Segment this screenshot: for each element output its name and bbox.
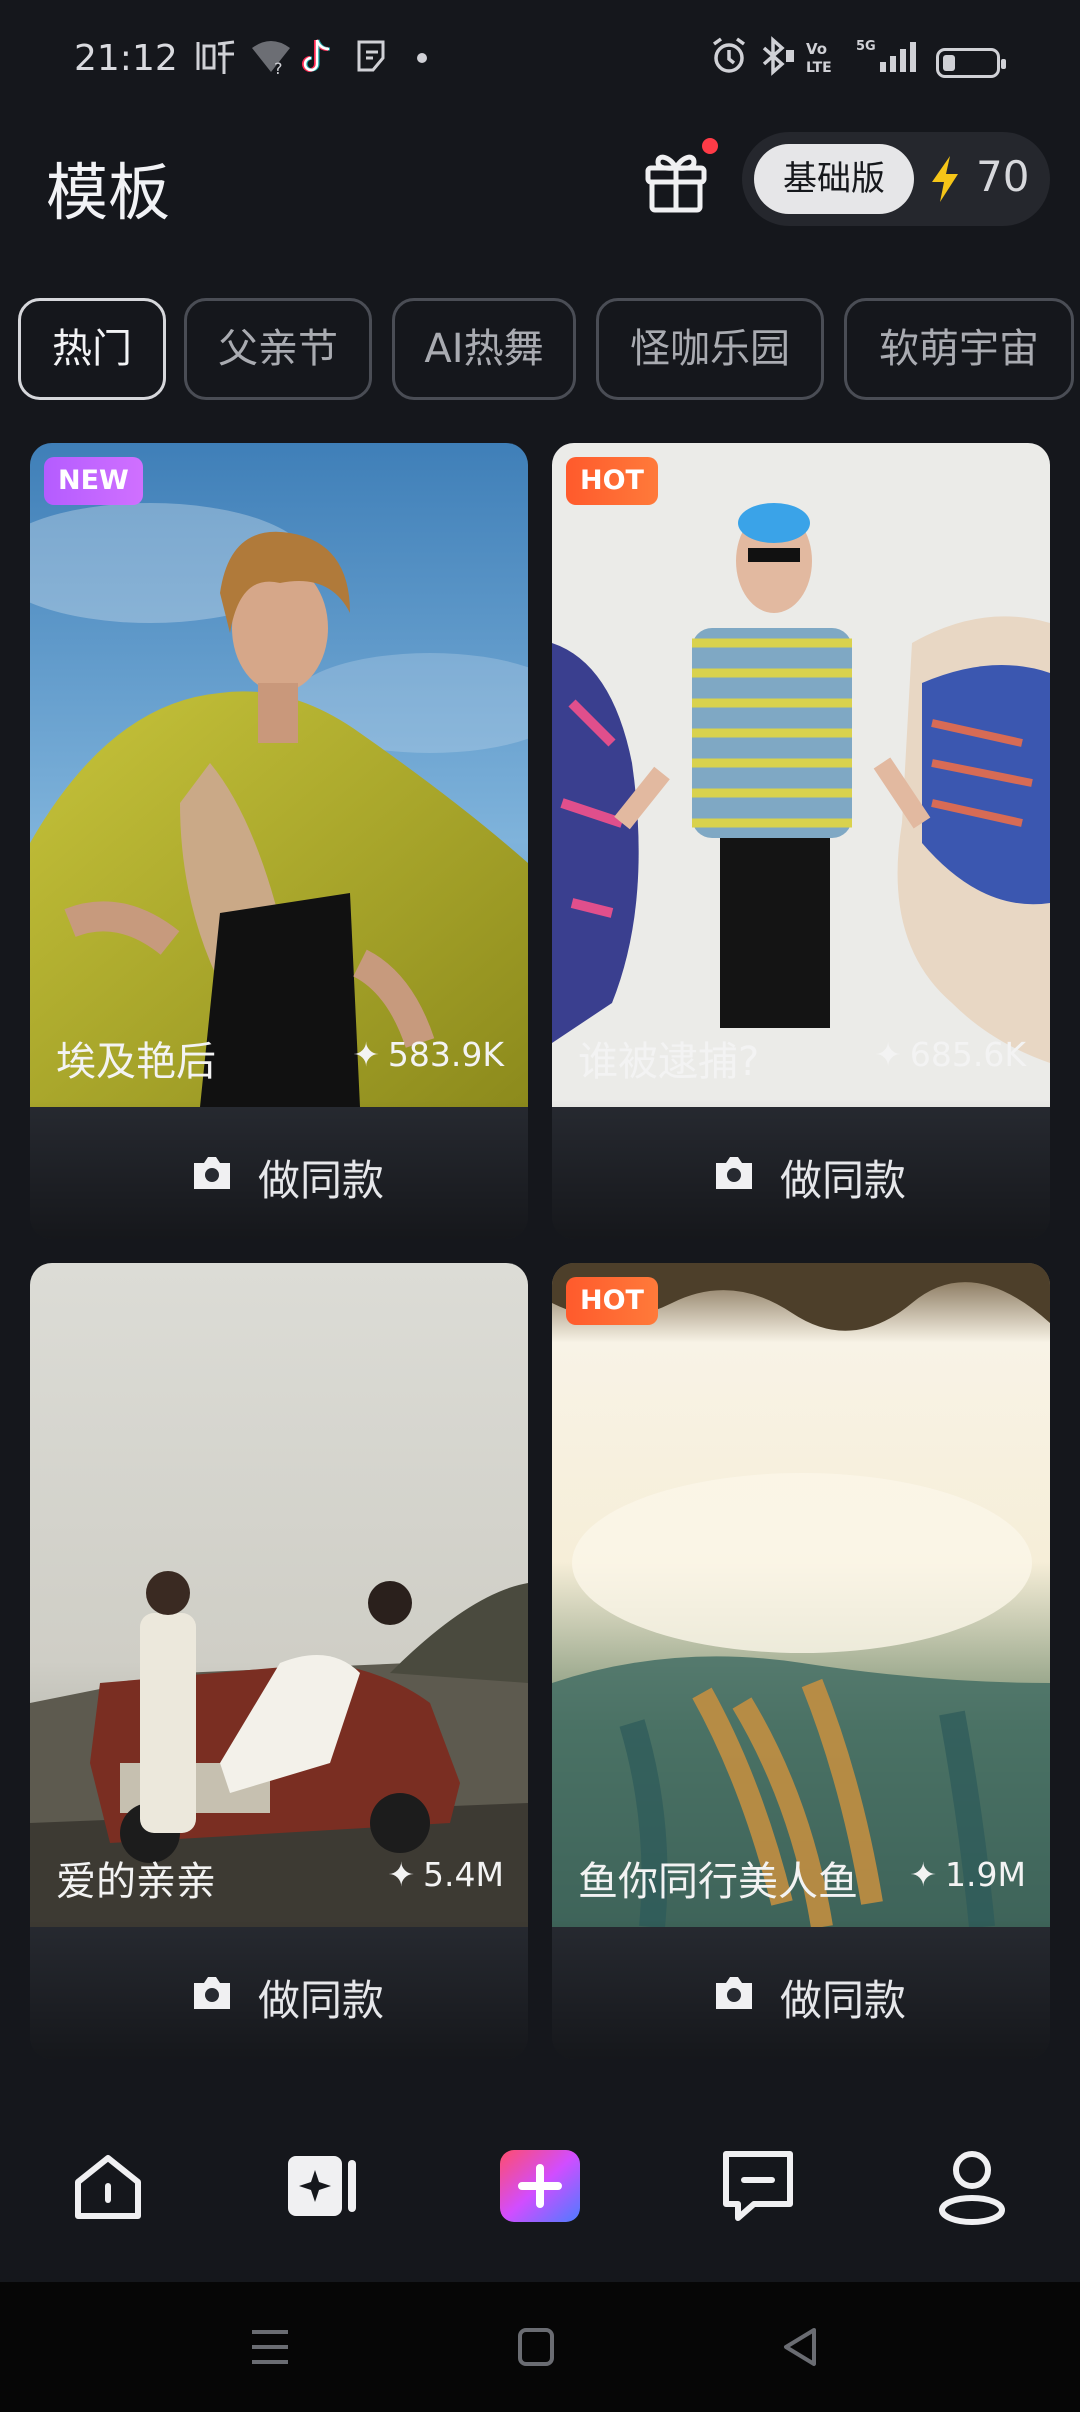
lightning-icon [932,156,958,202]
tab-fathers-day[interactable]: 父亲节 [184,298,372,400]
nav-profile[interactable] [932,2146,1012,2226]
square-icon [518,2328,554,2366]
tab-ai-dance[interactable]: AI热舞 [392,298,576,400]
home-icon [75,2155,141,2219]
system-nav-bar [0,2282,1080,2412]
back-triangle-icon [784,2328,816,2366]
template-card[interactable]: NEW 埃及艳后 ✦ 583.9K 做同款 [30,443,528,1239]
status-time: 21:12 [74,38,178,79]
status-bar: 21:12 ? Vo LTE 5G [0,0,1080,120]
sparkle-icon: ✦ [352,1035,380,1074]
notification-dot [702,138,718,154]
template-thumbnail [30,1263,528,1927]
alarm-icon [710,36,748,80]
listen-app-icon [194,36,236,80]
nav-messages[interactable] [718,2146,798,2226]
home-system-button[interactable] [506,2322,566,2372]
make-same-button[interactable]: 做同款 [552,1107,1050,1239]
camera-icon [716,1157,752,1189]
create-plus-icon [500,2150,580,2222]
make-same-label: 做同款 [780,1976,907,2025]
5g-signal-icon: 5G [856,36,922,80]
make-same-label: 做同款 [258,1976,385,2025]
usage-count: ✦ 583.9K [352,1035,504,1074]
usage-count: ✦ 685.6K [874,1035,1026,1074]
camera-icon [194,1157,230,1189]
plan-button[interactable]: 基础版 [754,144,914,214]
template-name: 爱的亲亲 [56,1859,216,1905]
dot-icon [414,36,430,80]
volte-icon: Vo LTE [806,36,842,80]
plan-credits-pill[interactable]: 基础版 70 [742,132,1050,226]
template-name: 埃及艳后 [56,1039,216,1085]
template-card[interactable]: 爱的亲亲 ✦ 5.4M 做同款 [30,1263,528,2059]
nav-ai-video[interactable] [284,2146,364,2226]
make-same-button[interactable]: 做同款 [552,1927,1050,2059]
message-icon [723,2151,793,2221]
tab-quirky-park[interactable]: 怪咖乐园 [596,298,824,400]
svg-text:Vo: Vo [806,40,827,58]
bottom-nav [0,2092,1080,2282]
svg-text:5G: 5G [856,39,876,54]
gift-icon [645,154,707,213]
sticker-icon [354,36,388,80]
sparkle-icon: ✦ [387,1855,416,1894]
template-name: 谁被逮捕? [578,1039,760,1085]
tab-cute-universe[interactable]: 软萌宇宙 [844,298,1074,400]
profile-icon [939,2151,1005,2225]
recents-button[interactable] [240,2322,300,2372]
bluetooth-icon [758,36,796,80]
nav-home[interactable] [68,2146,148,2226]
battery-icon [936,48,1006,78]
svg-text:LTE: LTE [806,60,832,76]
ai-video-icon [288,2156,356,2216]
template-thumbnail [30,443,528,1107]
template-card[interactable]: HOT 谁被逮捕? ✦ 685.6K 做同款 [552,443,1050,1239]
nav-create[interactable] [500,2146,580,2226]
wifi-question-icon: ? [250,36,292,80]
template-name: 鱼你同行美人鱼 [578,1859,858,1905]
new-badge: NEW [44,457,143,505]
hot-badge: HOT [566,457,658,505]
template-card[interactable]: HOT 鱼你同行美人鱼 ✦ 1.9M 做同款 [552,1263,1050,2059]
make-same-label: 做同款 [780,1156,907,1205]
gift-button[interactable] [642,138,718,214]
tab-hot[interactable]: 热门 [18,298,166,400]
sparkle-icon: ✦ [874,1035,902,1074]
usage-count-value: 685.6K [909,1035,1026,1074]
usage-count-value: 5.4M [423,1855,504,1894]
template-thumbnail [552,1263,1050,1927]
make-same-button[interactable]: 做同款 [30,1927,528,2059]
hot-badge: HOT [566,1277,658,1325]
category-tabs: 热门 父亲节 AI热舞 怪咖乐园 软萌宇宙 [18,298,1080,402]
camera-icon [716,1977,752,2009]
camera-icon [194,1977,230,2009]
make-same-button[interactable]: 做同款 [30,1107,528,1239]
usage-count: ✦ 5.4M [387,1855,504,1894]
template-thumbnail [552,443,1050,1107]
svg-text:?: ? [274,59,283,76]
credits-count: 70 [976,152,1030,201]
usage-count-value: 1.9M [945,1855,1026,1894]
make-same-label: 做同款 [258,1156,385,1205]
menu-lines-icon [252,2330,288,2364]
usage-count: ✦ 1.9M [909,1855,1026,1894]
sparkle-icon: ✦ [909,1855,938,1894]
tiktok-icon [300,36,336,80]
page-title: 模板 [46,156,171,229]
usage-count-value: 583.9K [387,1035,504,1074]
back-button[interactable] [772,2322,832,2372]
